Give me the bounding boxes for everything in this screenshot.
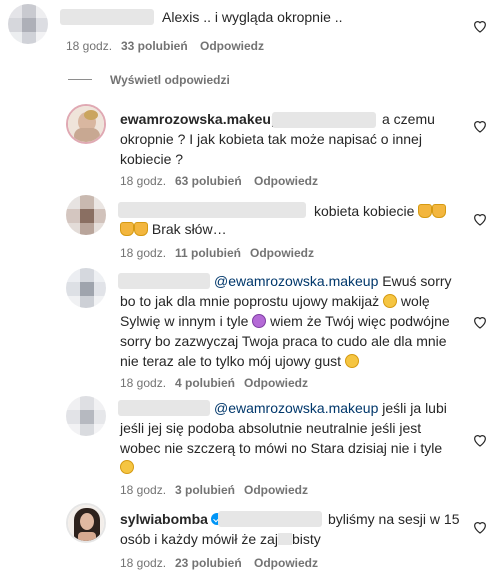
avatar[interactable]: [66, 396, 106, 436]
comment-text: kobieta kobiecie: [314, 203, 415, 219]
comment-text-line: wobec nie szczerą to mówi no Stara dzisi…: [120, 440, 443, 456]
redacted-username: [118, 202, 306, 218]
reply-button[interactable]: Odpowiedz: [200, 39, 264, 53]
likes-count[interactable]: 33 polubień: [121, 39, 188, 53]
like-heart-icon[interactable]: [472, 118, 488, 134]
avatar[interactable]: [66, 268, 106, 308]
person-shrugging-emoji-icon: [252, 314, 267, 328]
redacted-mention: [218, 511, 322, 527]
comment-meta: 18 godz. 23 polubień Odpowiedz: [120, 556, 420, 570]
clapping-hands-emoji-icon: [432, 204, 447, 218]
avatar[interactable]: [66, 195, 106, 235]
avatar[interactable]: [8, 4, 48, 44]
comment-text: Sylwię w innym i tyle: [120, 313, 249, 329]
comment-time: 18 godz.: [120, 174, 167, 188]
comment-text-line: sylwiabomba: [120, 509, 223, 529]
likes-count[interactable]: 63 polubień: [175, 174, 242, 188]
comment-time: 18 godz.: [120, 483, 167, 497]
comment-text-line: a czemu: [382, 111, 435, 127]
likes-count[interactable]: 11 polubień: [175, 246, 241, 260]
reply-button[interactable]: Odpowiedz: [250, 246, 314, 260]
avatar[interactable]: [66, 104, 106, 144]
like-heart-icon[interactable]: [472, 314, 488, 330]
clapping-hands-emoji-icon: [418, 204, 433, 218]
comment-text: nie teraz ale to tylko mój ujowy gust: [120, 353, 341, 369]
avatar[interactable]: [66, 503, 106, 543]
like-heart-icon[interactable]: [472, 18, 488, 34]
mention-link[interactable]: @ewamrozowska.makeup: [214, 273, 378, 289]
comment-time: 18 godz.: [120, 246, 167, 260]
redacted-mention: [272, 112, 376, 128]
likes-count[interactable]: 4 polubień: [175, 376, 235, 390]
comment-time: 18 godz.: [66, 39, 113, 53]
grimacing-face-emoji-icon: [383, 294, 398, 308]
comment-meta: 18 godz. 11 polubień Odpowiedz: [120, 246, 420, 260]
comment-text: wolę: [400, 293, 430, 309]
comment-text-line: kobiecie ?: [120, 151, 184, 167]
comment-text: Ewuś sorry: [382, 273, 452, 289]
reply-button[interactable]: Odpowiedz: [244, 376, 308, 390]
comment-text-line: Brak słów…: [120, 219, 227, 239]
grimacing-face-emoji-icon: [344, 354, 359, 368]
clapping-hands-emoji-icon: [134, 222, 148, 236]
comment-text-line: sorry bo zazwyczaj Twoja praca to cudo a…: [120, 333, 447, 349]
clapping-hands-emoji-icon: [120, 222, 134, 236]
likes-count[interactable]: 3 polubień: [175, 483, 235, 497]
reply-button[interactable]: Odpowiedz: [254, 174, 318, 188]
like-heart-icon[interactable]: [472, 432, 488, 448]
comment-text: osób i każdy mówił że zaj: [120, 531, 278, 547]
comment-text-line: kobieta kobiecie: [314, 201, 447, 221]
redacted-username: [118, 273, 210, 289]
comment-text: Brak słów…: [151, 221, 227, 237]
comment-time: 18 godz.: [120, 376, 167, 390]
comment-text: Alexis .. i wygląda okropnie ..: [162, 9, 343, 25]
replies-divider: [68, 79, 92, 80]
comment-text-line: Sylwię w innym i tyle wiem że Twój więc …: [120, 311, 450, 331]
comment-time: 18 godz.: [120, 556, 167, 570]
comment-meta: 18 godz. 3 polubień Odpowiedz: [120, 483, 420, 497]
comment-text-line: nie teraz ale to tylko mój ujowy gust: [120, 351, 359, 371]
mention-link[interactable]: @ewamrozowska.makeup: [214, 400, 378, 416]
reply-button[interactable]: Odpowiedz: [244, 483, 308, 497]
comment-text-line: @ewamrozowska.makeup Ewuś sorry: [214, 271, 452, 291]
comment-meta: 18 godz. 63 polubień Odpowiedz: [120, 174, 420, 188]
comment-text-line: [120, 457, 134, 477]
hushed-face-emoji-icon: [120, 460, 134, 474]
comment-text-line: jeśli jej się podoba absolutnie neutraln…: [120, 420, 422, 436]
redacted-text: [277, 533, 292, 545]
view-replies-button[interactable]: Wyświetl odpowiedzi: [110, 73, 310, 87]
username[interactable]: ewamrozowska.makeup: [120, 111, 280, 127]
view-replies-label: Wyświetl odpowiedzi: [110, 73, 230, 87]
username[interactable]: sylwiabomba: [120, 511, 208, 527]
like-heart-icon[interactable]: [472, 519, 488, 535]
comment-text: wiem że Twój więc podwójne: [270, 313, 450, 329]
comment-text-line: okropnie ? I jak kobieta tak może napisa…: [120, 131, 422, 147]
comment-text-line: @ewamrozowska.makeup jeśli ja lubi: [214, 398, 447, 418]
comment-text: bo to jak dla mnie poprostu ujowy makija…: [120, 293, 380, 309]
comment-meta: 18 godz. 4 polubień Odpowiedz: [120, 376, 420, 390]
redacted-username: [60, 9, 154, 25]
reply-button[interactable]: Odpowiedz: [254, 556, 318, 570]
likes-count[interactable]: 23 polubień: [175, 556, 242, 570]
comment-text-line: osób i każdy mówił że zaj bisty: [120, 529, 321, 549]
like-heart-icon[interactable]: [472, 211, 488, 227]
comment-text: jeśli ja lubi: [382, 400, 447, 416]
redacted-username: [118, 400, 210, 416]
comment-meta: 18 godz. 33 polubień Odpowiedz: [66, 39, 366, 53]
comment-text-line: bo to jak dla mnie poprostu ujowy makija…: [120, 291, 430, 311]
comment-text: bisty: [291, 531, 321, 547]
comment-text-line: byliśmy na sesji w 15: [328, 511, 460, 527]
